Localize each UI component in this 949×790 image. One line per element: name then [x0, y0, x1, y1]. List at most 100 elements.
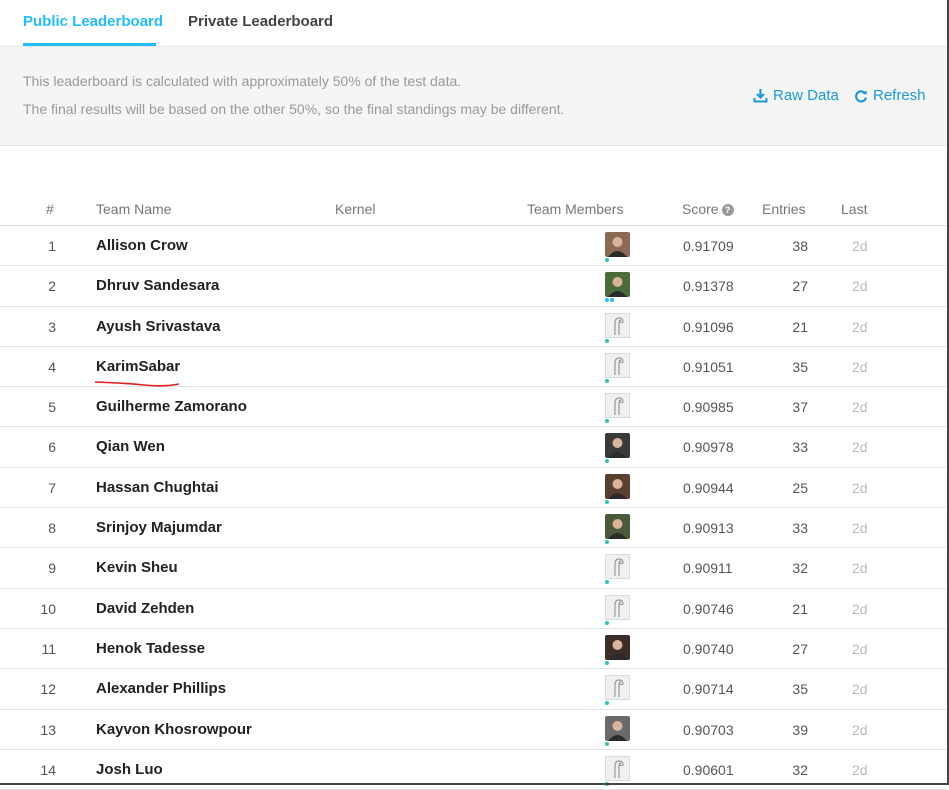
team-name-link[interactable]: Henok Tadesse: [96, 640, 205, 657]
last-submission-cell: 2d: [852, 560, 868, 577]
member-avatar[interactable]: [605, 634, 630, 660]
leaderboard-info-banner: This leaderboard is calculated with appr…: [0, 47, 947, 146]
table-header: # Team Name Kernel Team Members Score? E…: [0, 200, 947, 226]
team-name-link[interactable]: David Zehden: [96, 600, 194, 617]
default-avatar-icon[interactable]: [605, 755, 630, 781]
score-cell: 0.90978: [683, 439, 734, 456]
team-name-link[interactable]: Allison Crow: [96, 237, 188, 254]
member-avatar[interactable]: [605, 514, 630, 540]
tier-indicator-dot: [605, 338, 609, 343]
raw-data-link[interactable]: Raw Data: [753, 87, 839, 104]
table-row: 7 Hassan Chughtai 0.90944 25 2d: [0, 468, 947, 509]
help-icon[interactable]: ?: [721, 204, 734, 216]
info-note-line-2: The final results will be based on the o…: [23, 101, 565, 117]
last-submission-cell: 2d: [852, 399, 868, 416]
column-rank: #: [46, 201, 54, 217]
team-name-link[interactable]: Kevin Sheu: [96, 559, 178, 576]
tab-private-leaderboard[interactable]: Private Leaderboard: [188, 13, 333, 30]
table-row: 13 Kayvon Khosrowpour 0.90703 39 2d: [0, 710, 947, 750]
team-name-link[interactable]: Hassan Chughtai: [96, 479, 219, 496]
last-submission-cell: 2d: [852, 479, 868, 496]
tier-indicator-dot: [610, 298, 614, 303]
team-name-link[interactable]: Ayush Srivastava: [96, 318, 221, 335]
last-submission-cell: 2d: [852, 640, 868, 657]
column-score[interactable]: Score?: [682, 201, 734, 217]
column-entries[interactable]: Entries: [762, 201, 806, 217]
entries-cell: 25: [792, 479, 808, 496]
column-kernel: Kernel: [335, 201, 376, 217]
entries-cell: 38: [792, 238, 808, 254]
team-name-link[interactable]: Josh Luo: [96, 761, 163, 778]
rank-cell: 14: [40, 761, 56, 778]
table-row: 12 Alexander Phillips 0.90714 35 2d: [0, 669, 947, 710]
refresh-link[interactable]: Refresh: [854, 87, 926, 104]
member-avatar[interactable]: [605, 433, 630, 459]
default-avatar-icon[interactable]: [605, 312, 630, 338]
table-row: 10 David Zehden 0.90746 21 2d: [0, 589, 947, 629]
team-name-link[interactable]: Guilherme Zamorano: [96, 398, 247, 415]
entries-cell: 37: [792, 399, 808, 416]
tier-indicator-dot: [605, 378, 609, 383]
tier-indicator-dot: [605, 701, 609, 706]
download-icon: [753, 89, 768, 103]
default-avatar-icon[interactable]: [605, 594, 630, 620]
rank-cell: 3: [48, 318, 56, 335]
rank-cell: 2: [48, 278, 56, 295]
last-submission-cell: 2d: [852, 318, 868, 335]
tier-indicator-dot: [605, 298, 609, 303]
team-name-link[interactable]: Srinjoy Majumdar: [96, 519, 222, 536]
column-last[interactable]: Last: [841, 201, 867, 217]
tier-indicator-dot: [605, 499, 609, 504]
team-name-link[interactable]: Dhruv Sandesara: [96, 277, 219, 294]
table-row: 4 KarimSabar 0.91051 35 2d: [0, 347, 947, 388]
member-avatar[interactable]: [605, 715, 630, 741]
score-cell: 0.90985: [683, 399, 734, 416]
tab-public-leaderboard[interactable]: Public Leaderboard: [23, 13, 163, 30]
tier-indicator-dot: [605, 660, 609, 665]
member-avatar[interactable]: [605, 272, 630, 298]
score-cell: 0.90913: [683, 520, 734, 537]
last-submission-cell: 2d: [852, 358, 868, 375]
active-tab-indicator: [23, 43, 156, 46]
tier-indicator-dot: [605, 540, 609, 545]
score-cell: 0.90944: [683, 479, 734, 496]
last-submission-cell: 2d: [852, 761, 868, 778]
entries-cell: 33: [792, 439, 808, 456]
tier-indicator-dot: [605, 258, 609, 262]
rank-cell: 12: [40, 681, 56, 698]
score-cell: 0.90714: [683, 681, 734, 698]
info-note-line-1: This leaderboard is calculated with appr…: [23, 73, 462, 89]
entries-cell: 35: [792, 681, 808, 698]
rank-cell: 11: [41, 640, 56, 657]
last-submission-cell: 2d: [852, 439, 868, 456]
table-row: 1 Allison Crow 0.91709 38 2d: [0, 226, 947, 267]
default-avatar-icon[interactable]: [605, 393, 630, 419]
entries-cell: 27: [792, 278, 808, 295]
last-submission-cell: 2d: [852, 600, 868, 617]
rank-cell: 9: [48, 560, 56, 577]
entries-cell: 32: [792, 560, 808, 577]
default-avatar-icon[interactable]: [605, 554, 630, 580]
last-submission-cell: 2d: [852, 238, 868, 254]
rank-cell: 13: [40, 721, 56, 738]
team-name-link[interactable]: Kayvon Khosrowpour: [96, 721, 252, 738]
table-row: 3 Ayush Srivastava 0.91096 21 2d: [0, 307, 947, 347]
member-avatar[interactable]: [605, 473, 630, 499]
score-cell: 0.91051: [683, 358, 734, 375]
raw-data-label: Raw Data: [773, 87, 839, 104]
member-avatar[interactable]: [605, 232, 630, 257]
entries-cell: 21: [792, 600, 808, 617]
score-cell: 0.90911: [683, 560, 733, 577]
entries-cell: 27: [792, 640, 808, 657]
team-name-link[interactable]: Qian Wen: [96, 438, 165, 455]
column-team-name[interactable]: Team Name: [96, 201, 171, 217]
default-avatar-icon[interactable]: [605, 675, 630, 701]
tier-indicator-dot: [605, 459, 609, 464]
score-cell: 0.90740: [683, 640, 734, 657]
team-name-link[interactable]: KarimSabar: [96, 358, 180, 375]
score-cell: 0.91378: [683, 278, 734, 295]
rank-cell: 5: [48, 399, 56, 416]
default-avatar-icon[interactable]: [605, 352, 630, 378]
team-name-link[interactable]: Alexander Phillips: [96, 680, 226, 697]
table-row: 5 Guilherme Zamorano 0.90985 37 2d: [0, 387, 947, 428]
